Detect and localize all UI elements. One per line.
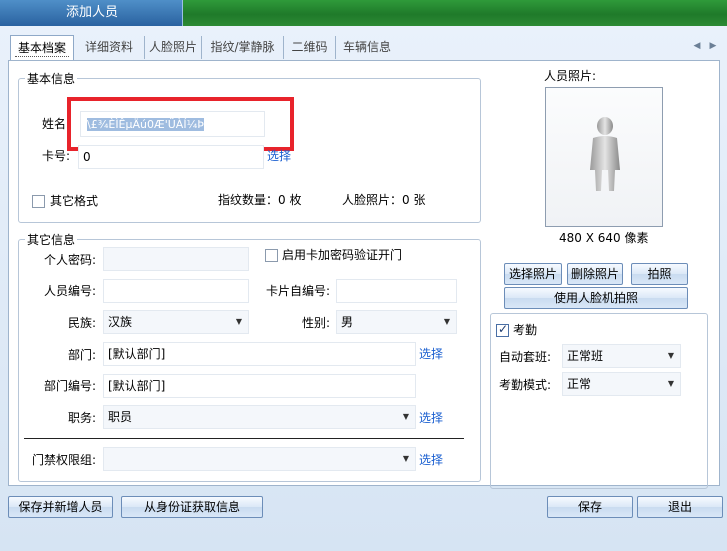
- card-label: 卡号:: [42, 149, 71, 163]
- other-format-label: 其它格式: [50, 194, 99, 208]
- chevron-down-icon[interactable]: ▼: [666, 373, 676, 395]
- chevron-down-icon[interactable]: ▼: [442, 311, 452, 333]
- divider: [24, 438, 464, 439]
- photo-label: 人员照片:: [544, 69, 597, 83]
- card-pwd-checkbox[interactable]: [265, 249, 278, 262]
- ethnicity-label: 民族:: [67, 316, 96, 330]
- chevron-down-icon[interactable]: ▼: [401, 406, 411, 428]
- id-card-read-button[interactable]: 从身份证获取信息: [121, 496, 263, 518]
- tab-face-photo[interactable]: 人脸照片: [145, 36, 202, 59]
- tab-details[interactable]: 详细资料: [74, 36, 145, 59]
- tab-scroll-right-icon[interactable]: ▶: [706, 40, 720, 52]
- gender-value: 男: [341, 315, 354, 329]
- card-self-no-field[interactable]: [336, 279, 457, 303]
- shift-label: 自动套班:: [499, 350, 552, 364]
- access-group-select-link[interactable]: 选择: [419, 449, 443, 471]
- personal-pwd-label: 个人密码:: [43, 253, 96, 267]
- take-photo-button[interactable]: 拍照: [631, 263, 688, 285]
- highlight-box: [67, 97, 294, 151]
- delete-photo-button[interactable]: 删除照片: [567, 263, 623, 285]
- tab-qrcode[interactable]: 二维码: [284, 36, 336, 59]
- save-and-add-button[interactable]: 保存并新增人员: [8, 496, 113, 518]
- attendance-label: 考勤: [513, 323, 538, 337]
- personal-pwd-field[interactable]: [103, 247, 249, 271]
- staff-photo: [545, 87, 663, 227]
- ethnicity-select[interactable]: 汉族 ▼: [103, 310, 249, 334]
- tab-basic[interactable]: 基本档案: [10, 35, 74, 60]
- card-field[interactable]: 0: [78, 145, 264, 169]
- dept-no-label: 部门编号:: [43, 379, 96, 393]
- mode-select[interactable]: 正常 ▼: [562, 372, 681, 396]
- face-count: 人脸照片：0 张: [342, 193, 426, 207]
- dept-select-link[interactable]: 选择: [419, 343, 443, 365]
- tab-scroll-left-icon[interactable]: ◀: [690, 40, 704, 52]
- tab-vehicle[interactable]: 车辆信息: [336, 36, 398, 59]
- dept-no-field[interactable]: [默认部门]: [103, 374, 416, 398]
- dept-label: 部门:: [67, 348, 96, 362]
- position-select-link[interactable]: 选择: [419, 407, 443, 429]
- basic-info-legend: 基本信息: [27, 72, 76, 86]
- staff-no-label: 人员编号:: [43, 284, 96, 298]
- access-group-label: 门禁权限组:: [31, 453, 96, 467]
- attendance-checkbox[interactable]: [496, 322, 509, 337]
- card-self-no-label: 卡片自编号:: [265, 284, 330, 298]
- position-select[interactable]: 职员 ▼: [103, 405, 416, 429]
- card-pwd-label: 启用卡加密码验证开门: [282, 248, 403, 262]
- ethnicity-value: 汉族: [108, 315, 133, 329]
- save-button[interactable]: 保存: [547, 496, 633, 518]
- position-value: 职员: [108, 410, 133, 424]
- photo-size-text: 480 X 640 像素: [559, 231, 649, 245]
- other-format-checkbox[interactable]: [32, 195, 45, 208]
- mode-label: 考勤模式:: [499, 378, 552, 392]
- gender-label: 性别:: [301, 316, 330, 330]
- select-photo-button[interactable]: 选择照片: [504, 263, 562, 285]
- shift-value: 正常班: [567, 349, 604, 363]
- chevron-down-icon[interactable]: ▼: [666, 345, 676, 367]
- exit-button[interactable]: 退出: [637, 496, 723, 518]
- person-placeholder-icon: [590, 117, 620, 191]
- mode-value: 正常: [567, 377, 592, 391]
- name-label: 姓名: [42, 117, 67, 131]
- tab-fingerprint[interactable]: 指纹/掌静脉: [202, 36, 284, 59]
- dept-field[interactable]: [默认部门]: [103, 342, 416, 366]
- title-bar: 添加人员: [0, 0, 727, 26]
- card-select-link[interactable]: 选择: [267, 145, 291, 167]
- shift-select[interactable]: 正常班 ▼: [562, 344, 681, 368]
- position-label: 职务:: [67, 411, 96, 425]
- chevron-down-icon[interactable]: ▼: [401, 448, 411, 470]
- access-group-select[interactable]: ▼: [103, 447, 416, 471]
- staff-no-field[interactable]: [103, 279, 249, 303]
- face-machine-photo-button[interactable]: 使用人脸机拍照: [504, 287, 688, 309]
- gender-select[interactable]: 男 ▼: [336, 310, 457, 334]
- other-info-legend: 其它信息: [27, 233, 76, 247]
- window-title: 添加人员: [0, 0, 183, 26]
- fingerprint-count: 指纹数量：0 枚: [218, 193, 302, 207]
- chevron-down-icon[interactable]: ▼: [234, 311, 244, 333]
